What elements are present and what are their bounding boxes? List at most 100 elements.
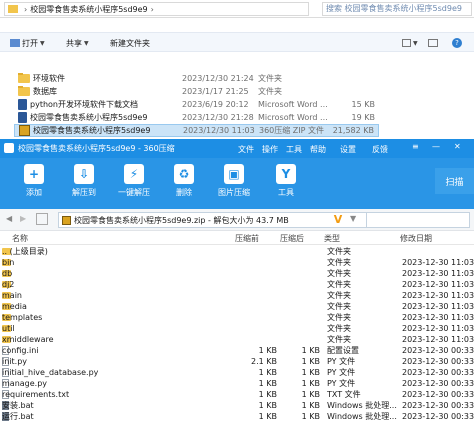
tools-button[interactable]: Y 工具 bbox=[264, 164, 308, 198]
explorer-window: › 校园零食售卖系统小程序5sd9e9 › 搜索 校园零食售卖系统小程序5sd9… bbox=[0, 0, 474, 146]
file-row[interactable]: 校园零食售卖系统小程序5sd9e9 2023/12/30 21:28 Micro… bbox=[14, 111, 379, 124]
row-name: xmiddleware bbox=[2, 335, 54, 344]
open-label: 打开 bbox=[22, 38, 38, 48]
path-history-arrow-icon[interactable]: ▼ bbox=[350, 214, 356, 223]
archive-row[interactable]: 运行.bat 1 KB 1 KB Windows 批处理... 2023-12-30 0… bbox=[0, 411, 474, 422]
col-orig-size[interactable]: 压缩前 bbox=[235, 233, 259, 244]
archive-row[interactable]: 安装.bat 1 KB 1 KB Windows 批处理... 2023-12-30 0… bbox=[0, 400, 474, 411]
file-row[interactable]: 数据库 2023/1/17 21:25 文件夹 bbox=[14, 85, 379, 98]
row-date: 2023-12-30 11:03 bbox=[402, 258, 474, 267]
menu-feedback[interactable]: 反馈 bbox=[372, 144, 388, 155]
file-row[interactable]: 环境软件 2023/12/30 21:24 文件夹 bbox=[14, 72, 379, 85]
help-button[interactable]: ? bbox=[452, 36, 462, 50]
archive-row[interactable]: init.py 2.1 KB 1 KB PY 文件 2023-12-30 00:33 bbox=[0, 356, 474, 367]
file-date: 2023/1/17 21:25 bbox=[182, 87, 249, 96]
archive-search-input[interactable] bbox=[366, 212, 470, 228]
archive-row[interactable]: .. (上级目录) 文件夹 bbox=[0, 246, 474, 257]
row-name: 安装.bat bbox=[2, 401, 34, 410]
row-type: TXT 文件 bbox=[327, 390, 361, 399]
title-bar: 校园零食售卖系统小程序5sd9e9 - 360压缩 文件 操作 工具 帮助 设置… bbox=[0, 139, 474, 158]
delete-button[interactable]: ♻ 删除 bbox=[162, 164, 206, 198]
archive-row[interactable]: db 文件夹 2023-12-30 11:03 bbox=[0, 268, 474, 279]
row-name: dj2 bbox=[2, 280, 15, 289]
col-type[interactable]: 类型 bbox=[324, 233, 340, 244]
archive-row[interactable]: dj2 文件夹 2023-12-30 11:03 bbox=[0, 279, 474, 290]
file-name: python开发环境软件下载文档 bbox=[30, 100, 138, 109]
row-orig: 1 KB bbox=[258, 412, 277, 421]
archive-row[interactable]: main 文件夹 2023-12-30 11:03 bbox=[0, 290, 474, 301]
menu-help[interactable]: 帮助 bbox=[310, 144, 326, 155]
breadcrumb-chevron-icon[interactable]: › bbox=[151, 5, 154, 14]
col-date[interactable]: 修改日期 bbox=[400, 233, 432, 244]
add-button[interactable]: + 添加 bbox=[12, 164, 56, 198]
row-name: 运行.bat bbox=[2, 412, 34, 421]
archive-path: 校园零食售卖系统小程序5sd9e9.zip - 解包大小为 43.7 MB bbox=[74, 215, 289, 225]
share-label: 共享 bbox=[66, 38, 82, 48]
extract-to-label: 解压到 bbox=[72, 188, 96, 197]
back-icon[interactable]: ◀ bbox=[6, 214, 12, 223]
menu-settings[interactable]: 设置 bbox=[340, 144, 356, 155]
share-button[interactable]: 共享 ▼ bbox=[66, 36, 89, 50]
up-folder-icon[interactable] bbox=[36, 213, 48, 225]
breadcrumb-current[interactable]: 校园零食售卖系统小程序5sd9e9 bbox=[30, 4, 147, 15]
tools-label: 工具 bbox=[278, 188, 294, 197]
row-orig: 1 KB bbox=[258, 401, 277, 410]
menu-icon[interactable]: ≡ bbox=[412, 142, 419, 151]
row-type: 文件夹 bbox=[327, 280, 351, 289]
one-click-extract-button[interactable]: ⚡ 一键解压 bbox=[112, 164, 156, 198]
row-date: 2023-12-30 11:03 bbox=[402, 335, 474, 344]
archive-row[interactable]: xmiddleware 文件夹 2023-12-30 11:03 bbox=[0, 334, 474, 345]
dropdown-arrow-icon: ▼ bbox=[84, 39, 89, 47]
command-bar: 打开 ▼ 共享 ▼ 新建文件夹 ▼ ? bbox=[0, 32, 474, 52]
dropdown-arrow-icon: ▼ bbox=[40, 39, 45, 47]
menu-tools[interactable]: 工具 bbox=[286, 144, 302, 155]
archive-path-bar[interactable]: 校园零食售卖系统小程序5sd9e9.zip - 解包大小为 43.7 MB bbox=[58, 212, 368, 228]
row-name: .. (上级目录) bbox=[2, 247, 48, 256]
address-bar[interactable]: › 校园零食售卖系统小程序5sd9e9 › bbox=[4, 2, 309, 16]
extract-to-button[interactable]: ⇩ 解压到 bbox=[62, 164, 106, 198]
search-input[interactable]: 搜索 校园零食售卖系统小程序5sd9e9 bbox=[322, 2, 472, 16]
archive-row[interactable]: bin 文件夹 2023-12-30 11:03 bbox=[0, 257, 474, 268]
row-orig: 1 KB bbox=[258, 346, 277, 355]
archive-row[interactable]: util 文件夹 2023-12-30 11:03 bbox=[0, 323, 474, 334]
col-name[interactable]: 名称 bbox=[12, 233, 28, 244]
archive-row[interactable]: templates 文件夹 2023-12-30 11:03 bbox=[0, 312, 474, 323]
add-icon: + bbox=[24, 164, 44, 184]
folder-icon bbox=[18, 73, 30, 83]
row-name: db bbox=[2, 269, 13, 278]
file-row[interactable]: python开发环境软件下载文档 2023/6/19 20:12 Microso… bbox=[14, 98, 379, 111]
archive-row[interactable]: media 文件夹 2023-12-30 11:03 bbox=[0, 301, 474, 312]
col-comp-size[interactable]: 压缩后 bbox=[280, 233, 304, 244]
scan-button[interactable]: 扫描 bbox=[435, 168, 474, 194]
view-options-button[interactable]: ▼ bbox=[402, 36, 418, 50]
archive-row[interactable]: config.ini 1 KB 1 KB 配置设置 2023-12-30 00:33 bbox=[0, 345, 474, 356]
file-row-selected[interactable]: 校园零食售卖系统小程序5sd9e9 2023/12/30 11:03 360压缩… bbox=[14, 124, 379, 137]
minimize-icon[interactable]: — bbox=[432, 142, 440, 151]
row-date: 2023-12-30 00:33 bbox=[402, 412, 474, 421]
close-icon[interactable]: ✕ bbox=[454, 142, 461, 151]
row-date: 2023-12-30 11:03 bbox=[402, 324, 474, 333]
archive-row[interactable]: manage.py 1 KB 1 KB PY 文件 2023-12-30 00:33 bbox=[0, 378, 474, 389]
file-name: 环境软件 bbox=[33, 74, 65, 83]
path-dropdown-icon[interactable]: V bbox=[330, 212, 346, 228]
row-date: 2023-12-30 11:03 bbox=[402, 280, 474, 289]
menu-file[interactable]: 文件 bbox=[238, 144, 254, 155]
row-orig: 1 KB bbox=[258, 390, 277, 399]
menu-operation[interactable]: 操作 bbox=[262, 144, 278, 155]
add-label: 添加 bbox=[26, 188, 42, 197]
file-date: 2023/12/30 11:03 bbox=[183, 126, 255, 135]
navigation-bar: ◀ ▶ 校园零食售卖系统小程序5sd9e9.zip - 解包大小为 43.7 M… bbox=[0, 209, 474, 231]
dropdown-arrow-icon: ▼ bbox=[413, 39, 418, 47]
row-name: init.py bbox=[2, 357, 28, 366]
new-folder-button[interactable]: 新建文件夹 bbox=[110, 36, 150, 50]
preview-pane-button[interactable] bbox=[428, 36, 438, 50]
forward-icon[interactable]: ▶ bbox=[20, 214, 26, 223]
open-button[interactable]: 打开 ▼ bbox=[10, 36, 45, 50]
row-name: bin bbox=[2, 258, 15, 267]
image-compress-button[interactable]: ▣ 图片压缩 bbox=[212, 164, 256, 198]
archive-row[interactable]: initial_hive_database.py 1 KB 1 KB PY 文件 202… bbox=[0, 367, 474, 378]
archive-row[interactable]: requirements.txt 1 KB 1 KB TXT 文件 2023-12-30… bbox=[0, 389, 474, 400]
row-name: main bbox=[2, 291, 22, 300]
file-size: 21,582 KB bbox=[332, 126, 374, 135]
new-folder-label: 新建文件夹 bbox=[110, 38, 150, 48]
